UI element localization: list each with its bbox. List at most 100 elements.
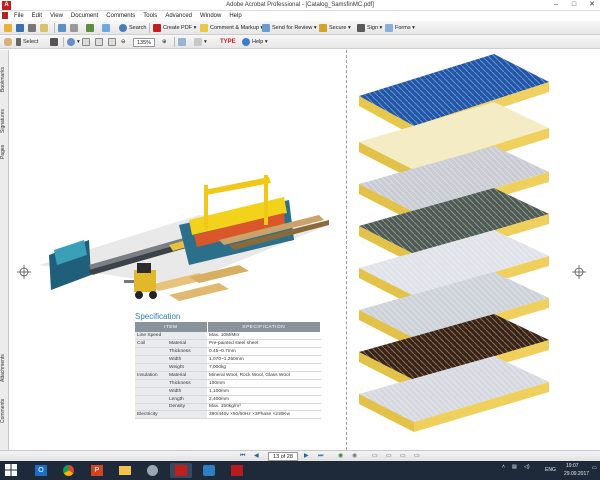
spec-header-specification: SPECIFICATION bbox=[207, 322, 321, 332]
window-title: Adobe Acrobat Professional - [Catalog_Sa… bbox=[226, 2, 374, 8]
save-icon[interactable] bbox=[16, 23, 26, 33]
tray-chevron-icon[interactable]: ˄ bbox=[502, 464, 505, 470]
zoom-level-field[interactable]: 135% bbox=[133, 37, 156, 47]
stamp-icon[interactable] bbox=[86, 23, 96, 33]
menu-file[interactable]: File bbox=[10, 11, 28, 21]
create-pdf-button[interactable]: Create PDF ▾ bbox=[153, 23, 196, 33]
acrobat-reader-icon[interactable] bbox=[226, 463, 248, 478]
start-button[interactable] bbox=[4, 463, 20, 478]
table-row: Electricity 380/440v ×50/60Hz ×3Phase ×23… bbox=[135, 410, 321, 420]
close-button[interactable]: ✕ bbox=[584, 0, 600, 10]
sandwich-panels-illustration bbox=[359, 54, 549, 432]
open-icon[interactable] bbox=[4, 23, 14, 33]
next-page-icon[interactable]: ▶ bbox=[304, 453, 309, 460]
go-back-icon[interactable]: ◉ bbox=[338, 453, 343, 460]
sign-button[interactable]: Sign ▾ bbox=[357, 23, 382, 33]
crop-mark-right bbox=[572, 265, 586, 279]
minimize-button[interactable]: – bbox=[548, 0, 564, 10]
notifications-icon[interactable]: ▭ bbox=[592, 465, 597, 471]
first-page-icon[interactable]: ⏮ bbox=[240, 453, 245, 460]
zoom-in-plus-icon[interactable]: ⊕ bbox=[162, 37, 167, 47]
email-icon[interactable] bbox=[40, 23, 50, 33]
table-row: Thickness 0.45~0.7mm bbox=[135, 347, 321, 357]
page-layout-icon[interactable]: ▾ bbox=[194, 37, 207, 47]
tab-bookmarks[interactable]: Bookmarks bbox=[0, 60, 9, 98]
menu-document[interactable]: Document bbox=[67, 11, 102, 21]
secure-button[interactable]: Secure ▾ bbox=[319, 23, 351, 33]
fit-page-icon[interactable] bbox=[95, 37, 105, 47]
page-spread-divider bbox=[346, 50, 347, 450]
previous-page-icon[interactable]: ◀ bbox=[254, 453, 259, 460]
tab-comments[interactable]: Comments bbox=[0, 394, 9, 428]
page-navigation-bar: ⏮ ◀ 13 of 28 ▶ ⏭ ◉ ◉ ▭ ▭ ▭ ▭ bbox=[0, 450, 600, 461]
table-row: Width 1,100mm bbox=[135, 387, 321, 396]
send-for-review-button[interactable]: Send for Review ▾ bbox=[262, 23, 317, 33]
title-bar: A Adobe Acrobat Professional - [Catalog_… bbox=[0, 0, 600, 11]
menu-tools[interactable]: Tools bbox=[139, 11, 161, 21]
menu-comments[interactable]: Comments bbox=[102, 11, 139, 21]
actual-size-icon[interactable] bbox=[82, 37, 92, 47]
snapshot-icon[interactable] bbox=[50, 37, 60, 47]
continuous-icon[interactable]: ▭ bbox=[386, 453, 392, 460]
spec-table: ITEM SPECIFICATION Line Speed Max. 10M/Mi… bbox=[135, 322, 321, 420]
chrome-icon[interactable] bbox=[58, 463, 80, 478]
comment-markup-button[interactable]: Comment & Markup ▾ bbox=[200, 23, 263, 33]
table-row: Width 1,070~1,250mm bbox=[135, 355, 321, 365]
go-forward-icon[interactable]: ◉ bbox=[352, 453, 357, 460]
clock-date[interactable]: 29.09.2017 bbox=[564, 471, 589, 477]
maximize-button[interactable]: □ bbox=[566, 0, 582, 10]
fit-width-icon[interactable] bbox=[108, 37, 118, 47]
forms-icon bbox=[385, 24, 393, 32]
zoom-in-icon[interactable]: ▾ bbox=[67, 37, 80, 47]
tab-pages[interactable]: Pages bbox=[0, 142, 9, 162]
review-icon bbox=[262, 24, 270, 32]
menu-advanced[interactable]: Advanced bbox=[161, 11, 196, 21]
clock-time[interactable]: 19:07 bbox=[566, 463, 579, 469]
zoom-out-icon[interactable]: ⊖ bbox=[121, 37, 126, 47]
app-icon[interactable] bbox=[198, 463, 220, 478]
menu-view[interactable]: View bbox=[46, 11, 67, 21]
highlight-icon[interactable] bbox=[102, 23, 112, 33]
tab-attachments[interactable]: Attachments bbox=[0, 348, 9, 388]
page-number-field[interactable]: 13 of 28 bbox=[268, 452, 298, 461]
table-row: Insulation Material Mineral Wool, Rock Woo… bbox=[135, 371, 321, 380]
help-button[interactable]: Help ▾ bbox=[242, 37, 268, 47]
search-icon bbox=[119, 24, 127, 32]
language-indicator[interactable]: ENG bbox=[545, 467, 556, 473]
single-page-icon[interactable]: ▭ bbox=[372, 453, 378, 460]
sign-icon bbox=[357, 24, 365, 32]
last-page-icon[interactable]: ⏭ bbox=[318, 453, 323, 460]
continuous-facing-icon[interactable]: ▭ bbox=[414, 453, 420, 460]
browser-icon[interactable] bbox=[142, 463, 164, 478]
file-explorer-icon[interactable] bbox=[114, 463, 136, 478]
navigation-toolbar: Select ▾ ⊖ 135% ⊕ ▾ TYPE Help ▾ bbox=[0, 35, 600, 49]
volume-icon[interactable]: ◁) bbox=[524, 464, 530, 470]
typewriter-icon[interactable]: TYPE bbox=[220, 37, 236, 47]
network-icon[interactable]: ▤ bbox=[512, 464, 517, 470]
production-line-illustration bbox=[39, 175, 329, 301]
acrobat-taskbar-icon[interactable] bbox=[170, 463, 192, 478]
print-icon[interactable] bbox=[28, 23, 38, 33]
powerpoint-icon[interactable]: P bbox=[86, 463, 108, 478]
spec-header-item: ITEM bbox=[135, 322, 208, 332]
spec-title: Specification bbox=[135, 312, 181, 321]
table-row: Length 2,400mm bbox=[135, 395, 321, 404]
menu-bar: File Edit View Document Comments Tools A… bbox=[0, 11, 600, 21]
organizer-icon[interactable] bbox=[58, 23, 68, 33]
navigation-panel: Bookmarks Signatures Pages Attachments C… bbox=[0, 50, 9, 450]
facing-icon[interactable]: ▭ bbox=[400, 453, 406, 460]
menu-window[interactable]: Window bbox=[196, 11, 225, 21]
menu-help[interactable]: Help bbox=[225, 11, 245, 21]
attach-icon[interactable] bbox=[70, 23, 80, 33]
select-tool-button[interactable]: Select bbox=[16, 37, 38, 47]
search-button[interactable]: Search bbox=[119, 23, 146, 33]
forms-button[interactable]: Forms ▾ bbox=[385, 23, 415, 33]
create-pdf-icon bbox=[153, 24, 161, 32]
table-row: Weight 7,000kg bbox=[135, 363, 321, 372]
rotate-icon[interactable] bbox=[178, 37, 188, 47]
hand-tool-icon[interactable] bbox=[4, 37, 14, 47]
document-view[interactable]: Specification ITEM SPECIFICATION Line Sp… bbox=[9, 50, 600, 450]
tab-signatures[interactable]: Signatures bbox=[0, 102, 9, 140]
outlook-icon[interactable]: O bbox=[30, 463, 52, 478]
menu-edit[interactable]: Edit bbox=[28, 11, 46, 21]
